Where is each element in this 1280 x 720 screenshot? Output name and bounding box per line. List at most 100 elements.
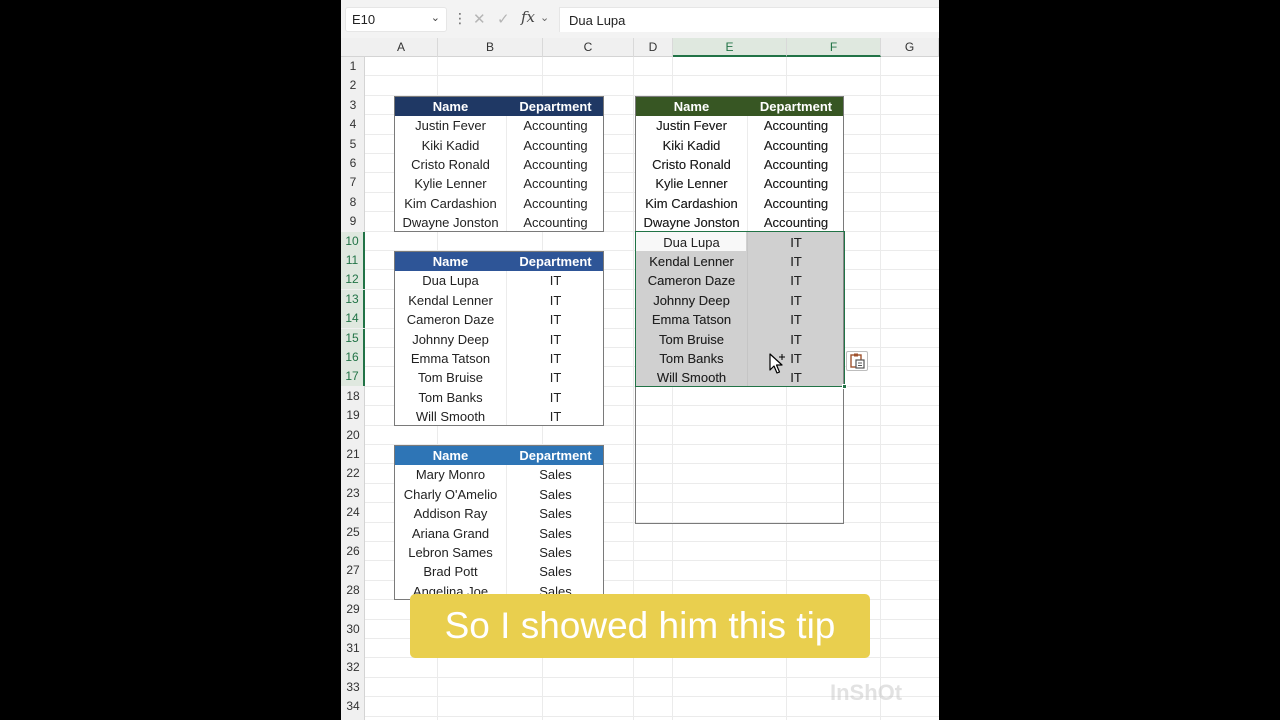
row-header-22[interactable]: 22 — [341, 464, 365, 483]
row-header-25[interactable]: 25 — [341, 523, 365, 542]
row-header-9[interactable]: 9 — [341, 212, 365, 231]
header-department[interactable]: Department — [506, 446, 603, 465]
column-header-c[interactable]: C — [543, 38, 634, 57]
name-box[interactable]: E10 ⌄ — [345, 7, 447, 32]
cell-department[interactable]: Sales — [506, 465, 603, 484]
row-header-27[interactable]: 27 — [341, 561, 365, 580]
row-header-24[interactable]: 24 — [341, 503, 365, 522]
row-header-14[interactable]: 14 — [341, 309, 365, 329]
cell-name[interactable]: Johnny Deep — [395, 330, 506, 349]
column-header-a[interactable]: A — [365, 38, 438, 57]
row-header-20[interactable]: 20 — [341, 426, 365, 445]
cell-name[interactable]: Johnny Deep — [636, 291, 747, 310]
cell-department[interactable]: Accounting — [506, 136, 603, 155]
row-header-26[interactable]: 26 — [341, 542, 365, 561]
row-header-34[interactable]: 34 — [341, 697, 365, 716]
cell-name[interactable]: Lebron Sames — [395, 543, 506, 562]
row-header-21[interactable]: 21 — [341, 445, 365, 464]
column-header-f[interactable]: F — [787, 38, 881, 57]
cell-department[interactable]: Accounting — [747, 194, 843, 213]
cell-name[interactable]: Cristo Ronald — [636, 155, 747, 174]
row-header-1[interactable]: 1 — [341, 57, 365, 76]
row-header-32[interactable]: 32 — [341, 658, 365, 677]
cell-department[interactable]: IT — [506, 368, 603, 387]
cell-name[interactable]: Kim Cardashion — [395, 194, 506, 213]
cell-name[interactable]: Kylie Lenner — [636, 174, 747, 193]
cell-department[interactable]: IT — [747, 291, 843, 310]
cell-name[interactable]: Kim Cardashion — [636, 194, 747, 213]
cell-name[interactable]: Mary Monro — [395, 465, 506, 484]
row-header-15[interactable]: 15 — [341, 328, 365, 348]
cell-name[interactable]: Justin Fever — [395, 116, 506, 135]
column-header-b[interactable]: B — [438, 38, 543, 57]
cell-department[interactable]: Sales — [506, 562, 603, 581]
cell-department[interactable]: Accounting — [506, 174, 603, 193]
cell-department[interactable]: IT — [747, 252, 843, 271]
row-header-18[interactable]: 18 — [341, 387, 365, 406]
cell-name[interactable]: Addison Ray — [395, 504, 506, 523]
row-header-17[interactable]: 17 — [341, 367, 365, 387]
cell-name[interactable]: Brad Pott — [395, 562, 506, 581]
cell-department[interactable]: IT — [747, 330, 843, 349]
row-header-7[interactable]: 7 — [341, 173, 365, 192]
cell-department[interactable]: IT — [747, 271, 843, 290]
cell-name[interactable]: Dwayne Jonston — [636, 213, 747, 232]
row-header-12[interactable]: 12 — [341, 270, 365, 290]
cell-department[interactable]: IT — [747, 368, 843, 385]
row-header-8[interactable]: 8 — [341, 193, 365, 212]
cell-name[interactable]: Tom Bruise — [636, 330, 747, 349]
cell-department[interactable]: IT — [506, 407, 603, 424]
header-department[interactable]: Department — [506, 252, 603, 271]
cell-department[interactable]: IT — [747, 233, 843, 252]
cell-name[interactable]: Dua Lupa — [636, 233, 747, 252]
cell-department[interactable]: Sales — [506, 543, 603, 562]
cell-name[interactable]: Tom Banks — [636, 349, 747, 368]
row-header-29[interactable]: 29 — [341, 600, 365, 619]
header-name[interactable]: Name — [395, 97, 506, 116]
fill-handle[interactable] — [842, 383, 847, 389]
cell-department[interactable]: Sales — [506, 504, 603, 523]
row-header-4[interactable]: 4 — [341, 115, 365, 134]
cell-department[interactable]: IT — [506, 271, 603, 290]
more-options-icon[interactable]: ⋮ — [453, 10, 467, 27]
cell-name[interactable]: Emma Tatson — [395, 349, 506, 368]
row-header-31[interactable]: 31 — [341, 639, 365, 658]
row-header-10[interactable]: 10 — [341, 231, 365, 251]
cell-name[interactable]: Cameron Daze — [395, 310, 506, 329]
cell-department[interactable]: Accounting — [506, 213, 603, 230]
cell-department[interactable]: IT — [506, 310, 603, 329]
row-header-2[interactable]: 2 — [341, 76, 365, 95]
cell-department[interactable]: Sales — [506, 524, 603, 543]
row-header-6[interactable]: 6 — [341, 154, 365, 173]
row-header-30[interactable]: 30 — [341, 620, 365, 639]
row-header-28[interactable]: 28 — [341, 581, 365, 600]
cell-name[interactable]: Charly O'Amelio — [395, 485, 506, 504]
row-header-13[interactable]: 13 — [341, 289, 365, 309]
cell-name[interactable]: Kiki Kadid — [395, 136, 506, 155]
cell-department[interactable]: IT — [506, 388, 603, 407]
chevron-down-icon[interactable]: ⌄ — [540, 11, 549, 24]
cell-department[interactable]: IT — [747, 349, 843, 368]
cell-name[interactable]: Will Smooth — [636, 368, 747, 385]
row-header-3[interactable]: 3 — [341, 96, 365, 115]
cell-department[interactable]: IT — [747, 310, 843, 329]
cell-name[interactable]: Dua Lupa — [395, 271, 506, 290]
cell-department[interactable]: IT — [506, 349, 603, 368]
column-header-g[interactable]: G — [881, 38, 939, 57]
cell-name[interactable]: Will Smooth — [395, 407, 506, 424]
cell-name[interactable]: Kiki Kadid — [636, 136, 747, 155]
cell-name[interactable]: Ariana Grand — [395, 524, 506, 543]
column-header-d[interactable]: D — [634, 38, 673, 57]
cell-name[interactable]: Dwayne Jonston — [395, 213, 506, 230]
row-header-19[interactable]: 19 — [341, 406, 365, 425]
row-header-23[interactable]: 23 — [341, 484, 365, 503]
cell-name[interactable]: Cristo Ronald — [395, 155, 506, 174]
header-department[interactable]: Department — [506, 97, 603, 116]
cell-department[interactable]: Accounting — [747, 174, 843, 193]
cell-department[interactable]: Accounting — [747, 155, 843, 174]
cell-name[interactable]: Emma Tatson — [636, 310, 747, 329]
cell-name[interactable]: Kendal Lenner — [636, 252, 747, 271]
cancel-icon[interactable]: ✕ — [473, 10, 486, 28]
cell-name[interactable]: Cameron Daze — [636, 271, 747, 290]
row-header-33[interactable]: 33 — [341, 678, 365, 697]
